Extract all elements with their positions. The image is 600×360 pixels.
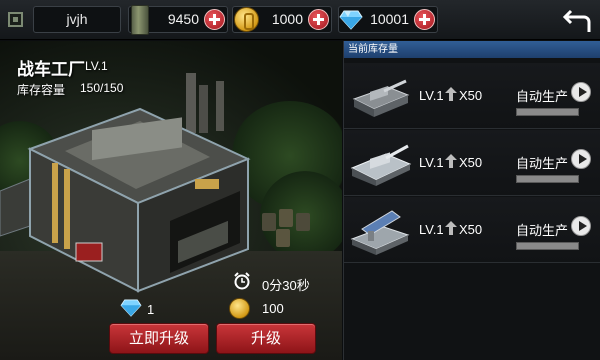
ammo-crate-icon xyxy=(131,5,149,35)
add-gold-button[interactable] xyxy=(308,9,329,30)
auto-produce-label: 自动生产 xyxy=(516,89,569,104)
ammo-value: 9450 xyxy=(167,11,199,27)
diamond-icon xyxy=(120,299,142,317)
capacity-label: 库存容量 xyxy=(17,83,66,97)
production-progress-bar xyxy=(516,175,579,183)
auto-produce-play-button[interactable] xyxy=(571,216,591,236)
production-progress-bar xyxy=(516,108,579,116)
back-icon[interactable] xyxy=(562,8,592,34)
add-diamond-button[interactable] xyxy=(414,9,435,30)
light-tank-icon xyxy=(352,79,410,117)
top-bar: jvjh 9450 1000 10001 xyxy=(0,0,600,40)
upgrade-button[interactable]: 升级 xyxy=(216,323,316,354)
upgrade-timer: 0分30秒 xyxy=(262,278,310,293)
panel-header: 当前库存量 xyxy=(344,41,600,58)
auto-produce-play-button[interactable] xyxy=(571,149,591,169)
auto-produce-label: 自动生产 xyxy=(516,223,569,238)
player-name[interactable]: jvjh xyxy=(33,6,121,33)
unit-count: X50 xyxy=(459,88,483,103)
heavy-tank-icon xyxy=(350,144,412,186)
factory-level: LV.1 xyxy=(85,59,108,73)
auto-produce-label: 自动生产 xyxy=(516,156,569,171)
unit-count: X50 xyxy=(459,155,483,170)
production-progress-bar xyxy=(516,242,579,250)
diamond-resource: 10001 xyxy=(338,6,438,33)
factory-scene: 战车工厂 LV.1 库存容量 150/150 0分30秒 1 100 立即升级 … xyxy=(0,41,342,360)
capacity-value: 150/150 xyxy=(80,81,124,95)
level-up-arrow-icon xyxy=(445,221,457,235)
factory-title: 战车工厂 xyxy=(17,60,85,79)
unit-level: LV.1 xyxy=(419,88,444,103)
unit-count: X50 xyxy=(459,222,483,237)
gold-coin-icon xyxy=(234,7,259,32)
level-up-arrow-icon xyxy=(445,87,457,101)
unit-row-heavy-tank[interactable]: LV.1 X50 自动生产 xyxy=(344,130,600,196)
level-up-arrow-icon xyxy=(445,154,457,168)
gold-value: 1000 xyxy=(271,11,303,27)
menu-icon[interactable] xyxy=(8,12,23,27)
unit-row-rocket-launcher[interactable]: LV.1 X50 自动生产 xyxy=(344,197,600,263)
gold-coin-icon xyxy=(229,298,250,319)
instant-cost-gems: 1 xyxy=(147,302,155,317)
diamond-icon xyxy=(339,10,363,30)
diamond-value: 10001 xyxy=(370,11,409,27)
unit-level: LV.1 xyxy=(419,155,444,170)
ammo-resource: 9450 xyxy=(128,5,228,35)
auto-produce-play-button[interactable] xyxy=(571,82,591,102)
gold-resource: 1000 xyxy=(232,6,332,33)
upgrade-cost-gold: 100 xyxy=(262,301,284,316)
unit-level: LV.1 xyxy=(419,222,444,237)
unit-row-tank[interactable]: LV.1 X50 自动生产 xyxy=(344,63,600,129)
rocket-launcher-icon xyxy=(350,210,410,255)
instant-upgrade-button[interactable]: 立即升级 xyxy=(109,323,209,354)
inventory-panel: 当前库存量 LV.1 X50 自动生产 LV.1 X50 自动生产 LV.1 X… xyxy=(343,41,600,360)
alarm-clock-icon xyxy=(234,272,250,290)
add-ammo-button[interactable] xyxy=(204,9,225,30)
